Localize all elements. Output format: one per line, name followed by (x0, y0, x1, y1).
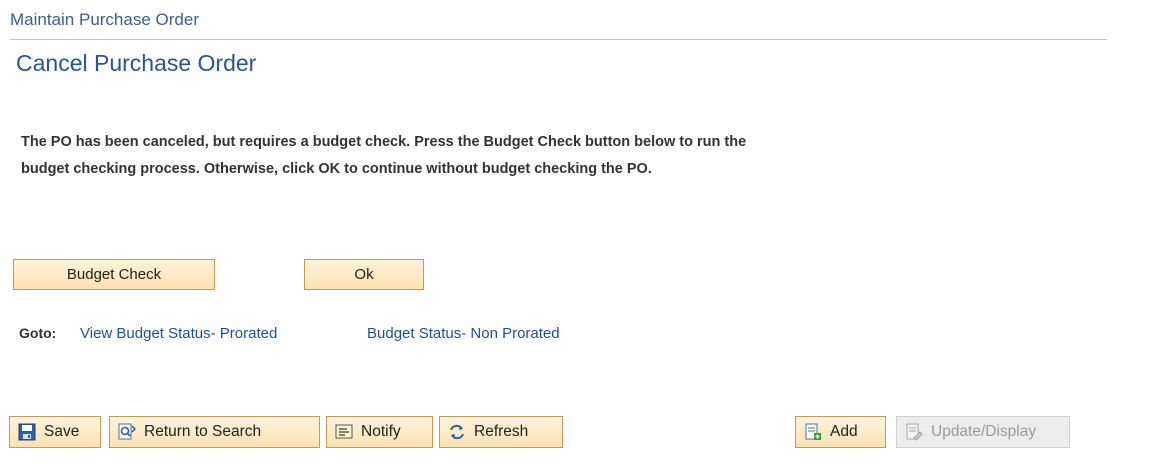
save-button[interactable]: Save (9, 416, 101, 448)
update-display-label: Update/Display (931, 423, 1037, 440)
header-divider (10, 39, 1107, 40)
add-icon (804, 423, 822, 441)
return-to-search-icon (118, 423, 136, 441)
return-to-search-button[interactable]: Return to Search (109, 416, 320, 448)
add-label: Add (830, 423, 858, 440)
update-display-icon (905, 423, 923, 441)
update-display-button: Update/Display (896, 416, 1070, 448)
budget-check-button[interactable]: Budget Check (13, 259, 215, 290)
refresh-icon (448, 423, 466, 441)
save-label: Save (44, 423, 80, 440)
view-budget-status-prorated-link[interactable]: View Budget Status- Prorated (80, 325, 277, 342)
save-icon (18, 423, 36, 441)
ok-button[interactable]: Ok (304, 259, 424, 290)
return-to-search-label: Return to Search (144, 423, 262, 440)
status-message: The PO has been canceled, but requires a… (21, 129, 981, 183)
add-button[interactable]: Add (795, 416, 886, 448)
notify-button[interactable]: Notify (326, 416, 433, 448)
breadcrumb: Maintain Purchase Order (10, 10, 199, 29)
notify-label: Notify (361, 423, 401, 440)
goto-label: Goto: (19, 325, 57, 341)
refresh-button[interactable]: Refresh (439, 416, 563, 448)
notify-icon (335, 423, 353, 441)
budget-status-non-prorated-link[interactable]: Budget Status- Non Prorated (367, 325, 560, 342)
message-line-1: The PO has been canceled, but requires a… (21, 134, 747, 150)
page-title: Cancel Purchase Order (16, 50, 257, 76)
message-line-2: budget checking process. Otherwise, clic… (21, 161, 652, 177)
refresh-label: Refresh (474, 423, 529, 440)
